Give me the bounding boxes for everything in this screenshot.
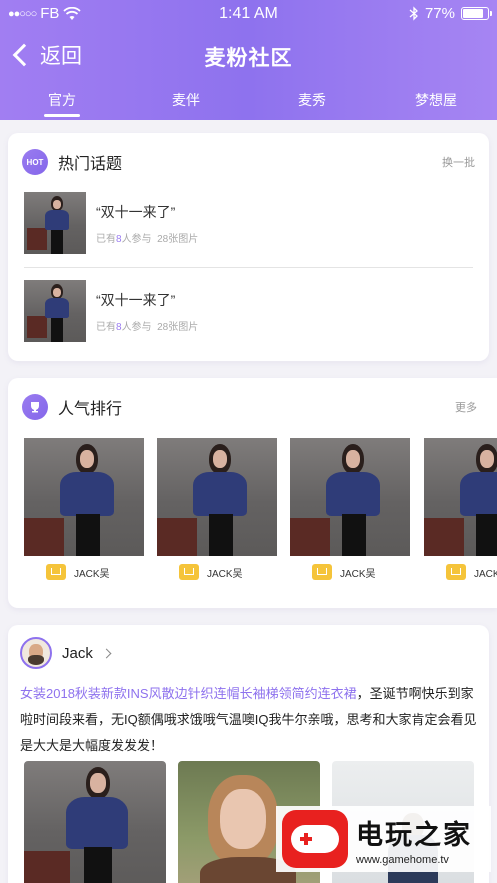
post-username: Jack xyxy=(62,644,93,662)
watermark-url: www.gamehome.tv xyxy=(356,853,449,866)
tab-active-indicator xyxy=(44,114,80,117)
ranking-item[interactable]: JACK吴 xyxy=(424,438,497,580)
post-body: 女装2018秋装新款INS风散边针织连帽长袖梯领简约连衣裙，圣诞节啊快乐到家啦时… xyxy=(20,681,478,759)
ranking-photo xyxy=(424,438,497,556)
topic-meta: 已有8人参与 28张图片 xyxy=(96,234,199,245)
ranking-item[interactable]: JACK吴 xyxy=(24,438,144,580)
trophy-icon xyxy=(22,394,48,420)
post-image[interactable] xyxy=(24,761,166,883)
more-link[interactable]: 更多 xyxy=(455,399,477,415)
ranking-user: JACK吴 xyxy=(179,564,243,580)
topic-title: “双十一来了” xyxy=(96,204,176,220)
tab-label: 官方 xyxy=(48,92,76,108)
popularity-ranking-card: 人气排行 更多 JACK吴 JACK吴 JACK吴 JACK xyxy=(8,378,497,608)
nav-bar: 返回 麦粉社区 xyxy=(0,36,497,76)
ranking-user: JACK吴 xyxy=(312,564,376,580)
gamepad-logo-icon xyxy=(282,810,348,868)
ranking-name: JACK吴 xyxy=(340,568,376,580)
status-bar: ●●○○○ FB 1:41 AM 77% xyxy=(0,0,497,28)
tab-dream-house[interactable]: 梦想屋 xyxy=(406,90,466,110)
bluetooth-icon xyxy=(409,6,418,21)
tab-show[interactable]: 麦秀 xyxy=(282,90,342,110)
crown-icon xyxy=(446,564,466,580)
ranking-item[interactable]: JACK吴 xyxy=(157,438,277,580)
chevron-right-icon xyxy=(101,648,112,658)
card-title: 热门话题 xyxy=(58,156,123,173)
image-count: 28张图片 xyxy=(157,234,199,245)
ranking-photo xyxy=(157,438,277,556)
tab-partner[interactable]: 麦伴 xyxy=(156,90,216,110)
image-count: 28张图片 xyxy=(157,322,199,333)
hot-topics-card: HOT 热门话题 换一批 “双十一来了” 已有8人参与 28张图片 “双十一来了… xyxy=(8,133,489,361)
watermark-name: 电玩之家 xyxy=(356,819,472,850)
tab-official[interactable]: 官方 xyxy=(32,90,92,117)
ranking-photo xyxy=(290,438,410,556)
ranking-user: JACK吴 xyxy=(446,564,497,580)
topic-title: “双十一来了” xyxy=(96,292,176,308)
ranking-item[interactable]: JACK吴 xyxy=(290,438,410,580)
hot-icon: HOT xyxy=(22,149,48,175)
crown-icon xyxy=(312,564,332,580)
ranking-user: JACK吴 xyxy=(46,564,110,580)
watermark: 电玩之家 www.gamehome.tv xyxy=(276,806,491,872)
battery-percent: 77% xyxy=(424,5,455,22)
ranking-name: JACK吴 xyxy=(207,568,243,580)
ranking-name: JACK吴 xyxy=(74,568,110,580)
topic-meta: 已有8人参与 28张图片 xyxy=(96,322,199,333)
refresh-batch-link[interactable]: 换一批 xyxy=(442,154,475,170)
tab-bar: 官方 麦伴 麦秀 梦想屋 xyxy=(0,90,497,120)
post-product-link[interactable]: 女装2018秋装新款INS风散边针织连帽长袖梯领简约连衣裙 xyxy=(20,686,357,701)
divider xyxy=(24,267,473,268)
topic-item[interactable]: “双十一来了” 已有8人参与 28张图片 xyxy=(24,280,474,342)
battery-fill xyxy=(463,9,484,18)
tab-label: 麦伴 xyxy=(172,92,200,108)
topic-item[interactable]: “双十一来了” 已有8人参与 28张图片 xyxy=(24,192,474,254)
crown-icon xyxy=(179,564,199,580)
tab-label: 梦想屋 xyxy=(415,92,457,108)
crown-icon xyxy=(46,564,66,580)
topic-thumbnail xyxy=(24,280,86,342)
ranking-photo xyxy=(24,438,144,556)
ranking-name: JACK吴 xyxy=(474,568,497,580)
avatar xyxy=(20,637,52,669)
page-title: 麦粉社区 xyxy=(204,47,293,70)
card-header: HOT 热门话题 换一批 xyxy=(22,149,475,175)
tab-label: 麦秀 xyxy=(298,92,326,108)
card-header: 人气排行 更多 xyxy=(22,394,477,420)
topic-thumbnail xyxy=(24,192,86,254)
post-author[interactable]: Jack xyxy=(20,637,112,669)
app-header: ●●○○○ FB 1:41 AM 77% 返回 麦粉社区 官方 麦伴 麦秀 梦想… xyxy=(0,0,497,120)
card-title: 人气排行 xyxy=(58,401,123,418)
battery-icon xyxy=(461,7,492,20)
